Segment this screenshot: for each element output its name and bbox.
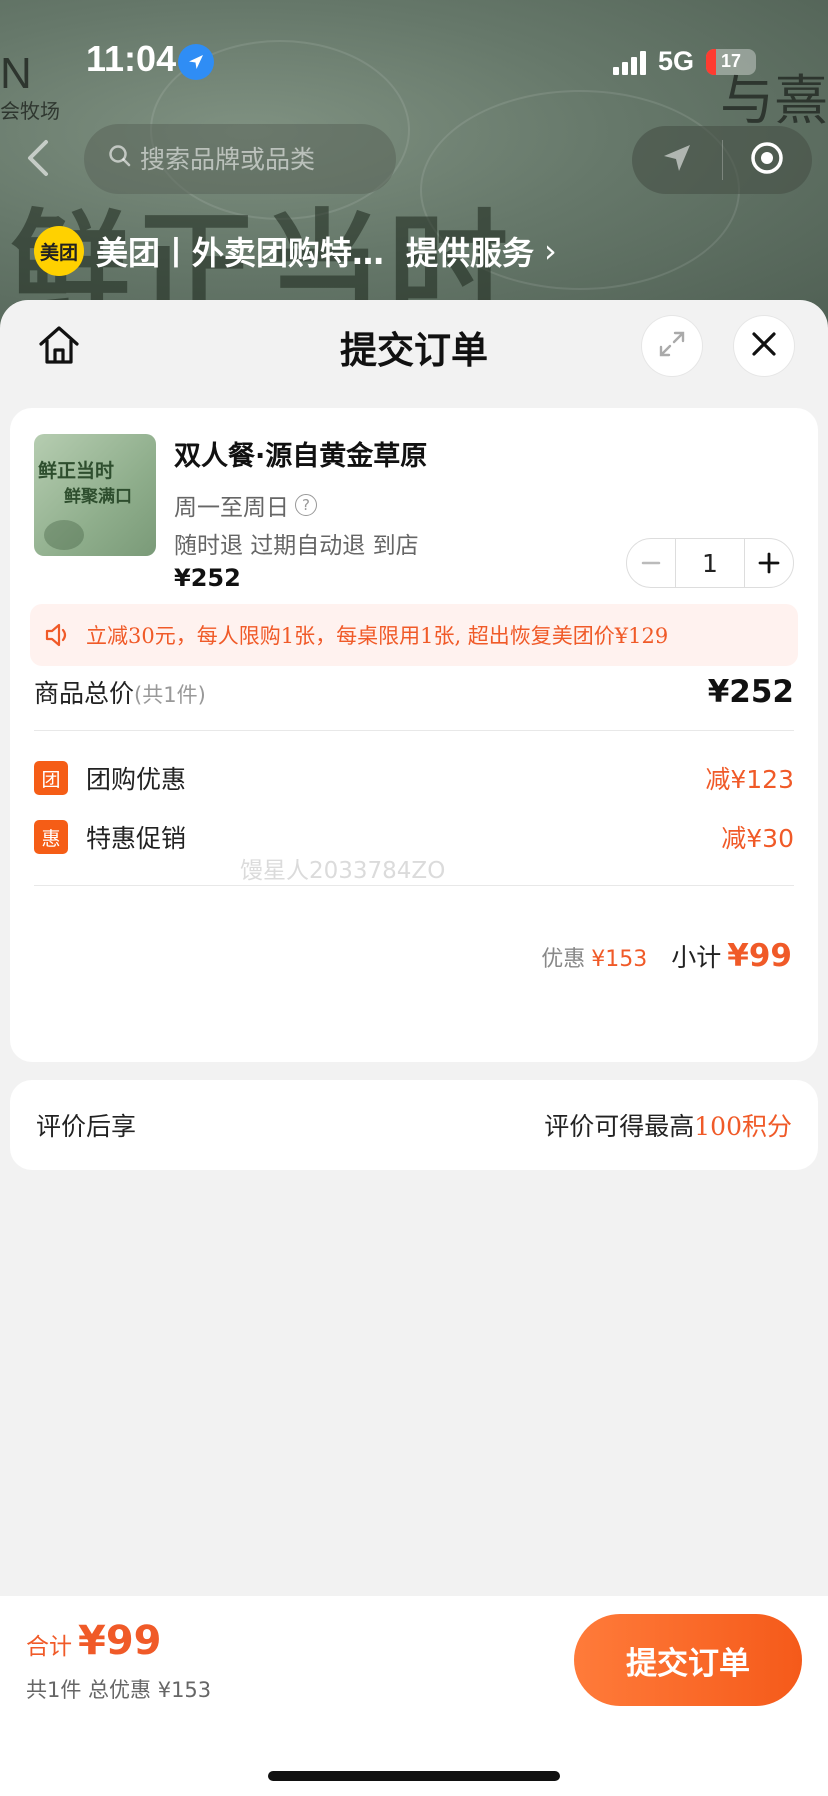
order-sheet: 提交订单 鲜正当时 鲜聚满口 双人餐·源自黄金草原 周一至周日 ? 随时退 过期… [0, 300, 828, 1796]
mini-program-capsule [632, 126, 812, 194]
search-input[interactable] [140, 144, 360, 174]
divider [34, 730, 794, 731]
location-arrow-icon [178, 44, 214, 80]
subtotal-row: 优惠 ¥153 小计 ¥99 [541, 938, 792, 974]
navigation-arrow-icon [660, 141, 694, 179]
grand-total-detail: 共1件 总优惠 ¥153 [26, 1678, 212, 1702]
service-provider[interactable]: 美团 美团丨外卖团购特… 提供服务 › [34, 226, 557, 276]
subtotal-discount-amount: ¥153 [591, 947, 648, 972]
subtotal-label: 小计 [671, 943, 722, 972]
search-icon [108, 144, 132, 174]
location-button[interactable] [632, 126, 722, 194]
provider-service-label: 提供服务 [406, 234, 535, 272]
review-points: 100积分 [694, 1112, 792, 1141]
quantity-stepper: 1 [626, 538, 794, 588]
group-buy-tag-icon: 团 [34, 761, 68, 795]
meituan-logo: 美团 [34, 226, 84, 276]
speaker-icon [44, 622, 72, 648]
discount-row: 团 团购优惠 减¥123 [34, 753, 794, 803]
subtotal-discount-label: 优惠 [541, 947, 586, 972]
sheet-header: 提交订单 [0, 300, 828, 396]
product-name: 双人餐·源自黄金草原 [174, 441, 428, 472]
search-bar[interactable] [84, 124, 396, 194]
close-miniprogram-button[interactable] [723, 126, 813, 194]
grand-total-label: 合计 [26, 1634, 72, 1660]
discount-row: 惠 特惠促销 减¥30 [34, 812, 794, 862]
product-price: ¥252 [174, 564, 241, 592]
expand-icon [657, 329, 687, 363]
status-bar: 11:04 5G 17 [86, 38, 798, 88]
discount-label: 团购优惠 [86, 765, 187, 794]
grand-total: 合计 ¥99 [26, 1618, 162, 1664]
review-reward-label: 评价后享 [36, 1112, 137, 1141]
close-icon [749, 329, 779, 363]
expand-button[interactable] [642, 316, 702, 376]
submit-order-button[interactable]: 提交订单 [574, 1614, 802, 1706]
promo-notice-text: 立减30元，每人限购1张，每桌限用1张, 超出恢复美团价¥129 [86, 624, 669, 648]
banner-brand-left: N 会牧场 [0, 49, 60, 123]
help-circle-icon[interactable]: ? [295, 494, 317, 516]
order-card: 鲜正当时 鲜聚满口 双人餐·源自黄金草原 周一至周日 ? 随时退 过期自动退 到… [10, 408, 818, 1062]
checkout-bar: 合计 ¥99 共1件 总优惠 ¥153 提交订单 [0, 1596, 828, 1796]
home-indicator [268, 1771, 560, 1781]
grand-total-amount: ¥99 [78, 1618, 162, 1664]
product-thumbnail[interactable]: 鲜正当时 鲜聚满口 [34, 434, 156, 556]
subtotal-amount: ¥99 [727, 938, 792, 974]
discount-amount: 减¥30 [721, 824, 794, 853]
goods-count: (共1件) [134, 683, 206, 707]
close-button[interactable] [734, 316, 794, 376]
discount-amount: 减¥123 [705, 765, 794, 794]
increase-quantity-button[interactable] [745, 539, 793, 587]
chevron-right-icon: › [544, 232, 557, 270]
page-title: 提交订单 [340, 329, 488, 372]
promo-notice: 立减30元，每人限购1张，每桌限用1张, 超出恢复美团价¥129 [30, 604, 798, 666]
special-offer-tag-icon: 惠 [34, 820, 68, 854]
quantity-value[interactable]: 1 [675, 539, 745, 587]
back-arrow-icon[interactable] [22, 138, 56, 178]
goods-total-label: 商品总价 [34, 679, 135, 708]
product-validity: 周一至周日 ? [174, 488, 317, 522]
goods-total-amount: ¥252 [707, 674, 794, 710]
divider [34, 885, 794, 886]
cellular-signal-icon [612, 49, 646, 75]
status-time: 11:04 [86, 38, 177, 79]
network-type: 5G [657, 46, 694, 76]
product-rules: 随时退 过期自动退 到店 [174, 533, 419, 559]
goods-total-row: 商品总价(共1件) ¥252 [34, 662, 794, 722]
target-circle-icon [749, 140, 785, 180]
battery-icon: 17 [706, 48, 756, 75]
review-reward-card[interactable]: 评价后享 评价可得最高100积分 [10, 1080, 818, 1170]
decrease-quantity-button[interactable] [627, 539, 675, 587]
discount-label: 特惠促销 [86, 824, 187, 853]
review-reward-value: 评价可得最高100积分 [544, 1112, 792, 1141]
provider-name: 美团丨外卖团购特… [96, 234, 385, 272]
